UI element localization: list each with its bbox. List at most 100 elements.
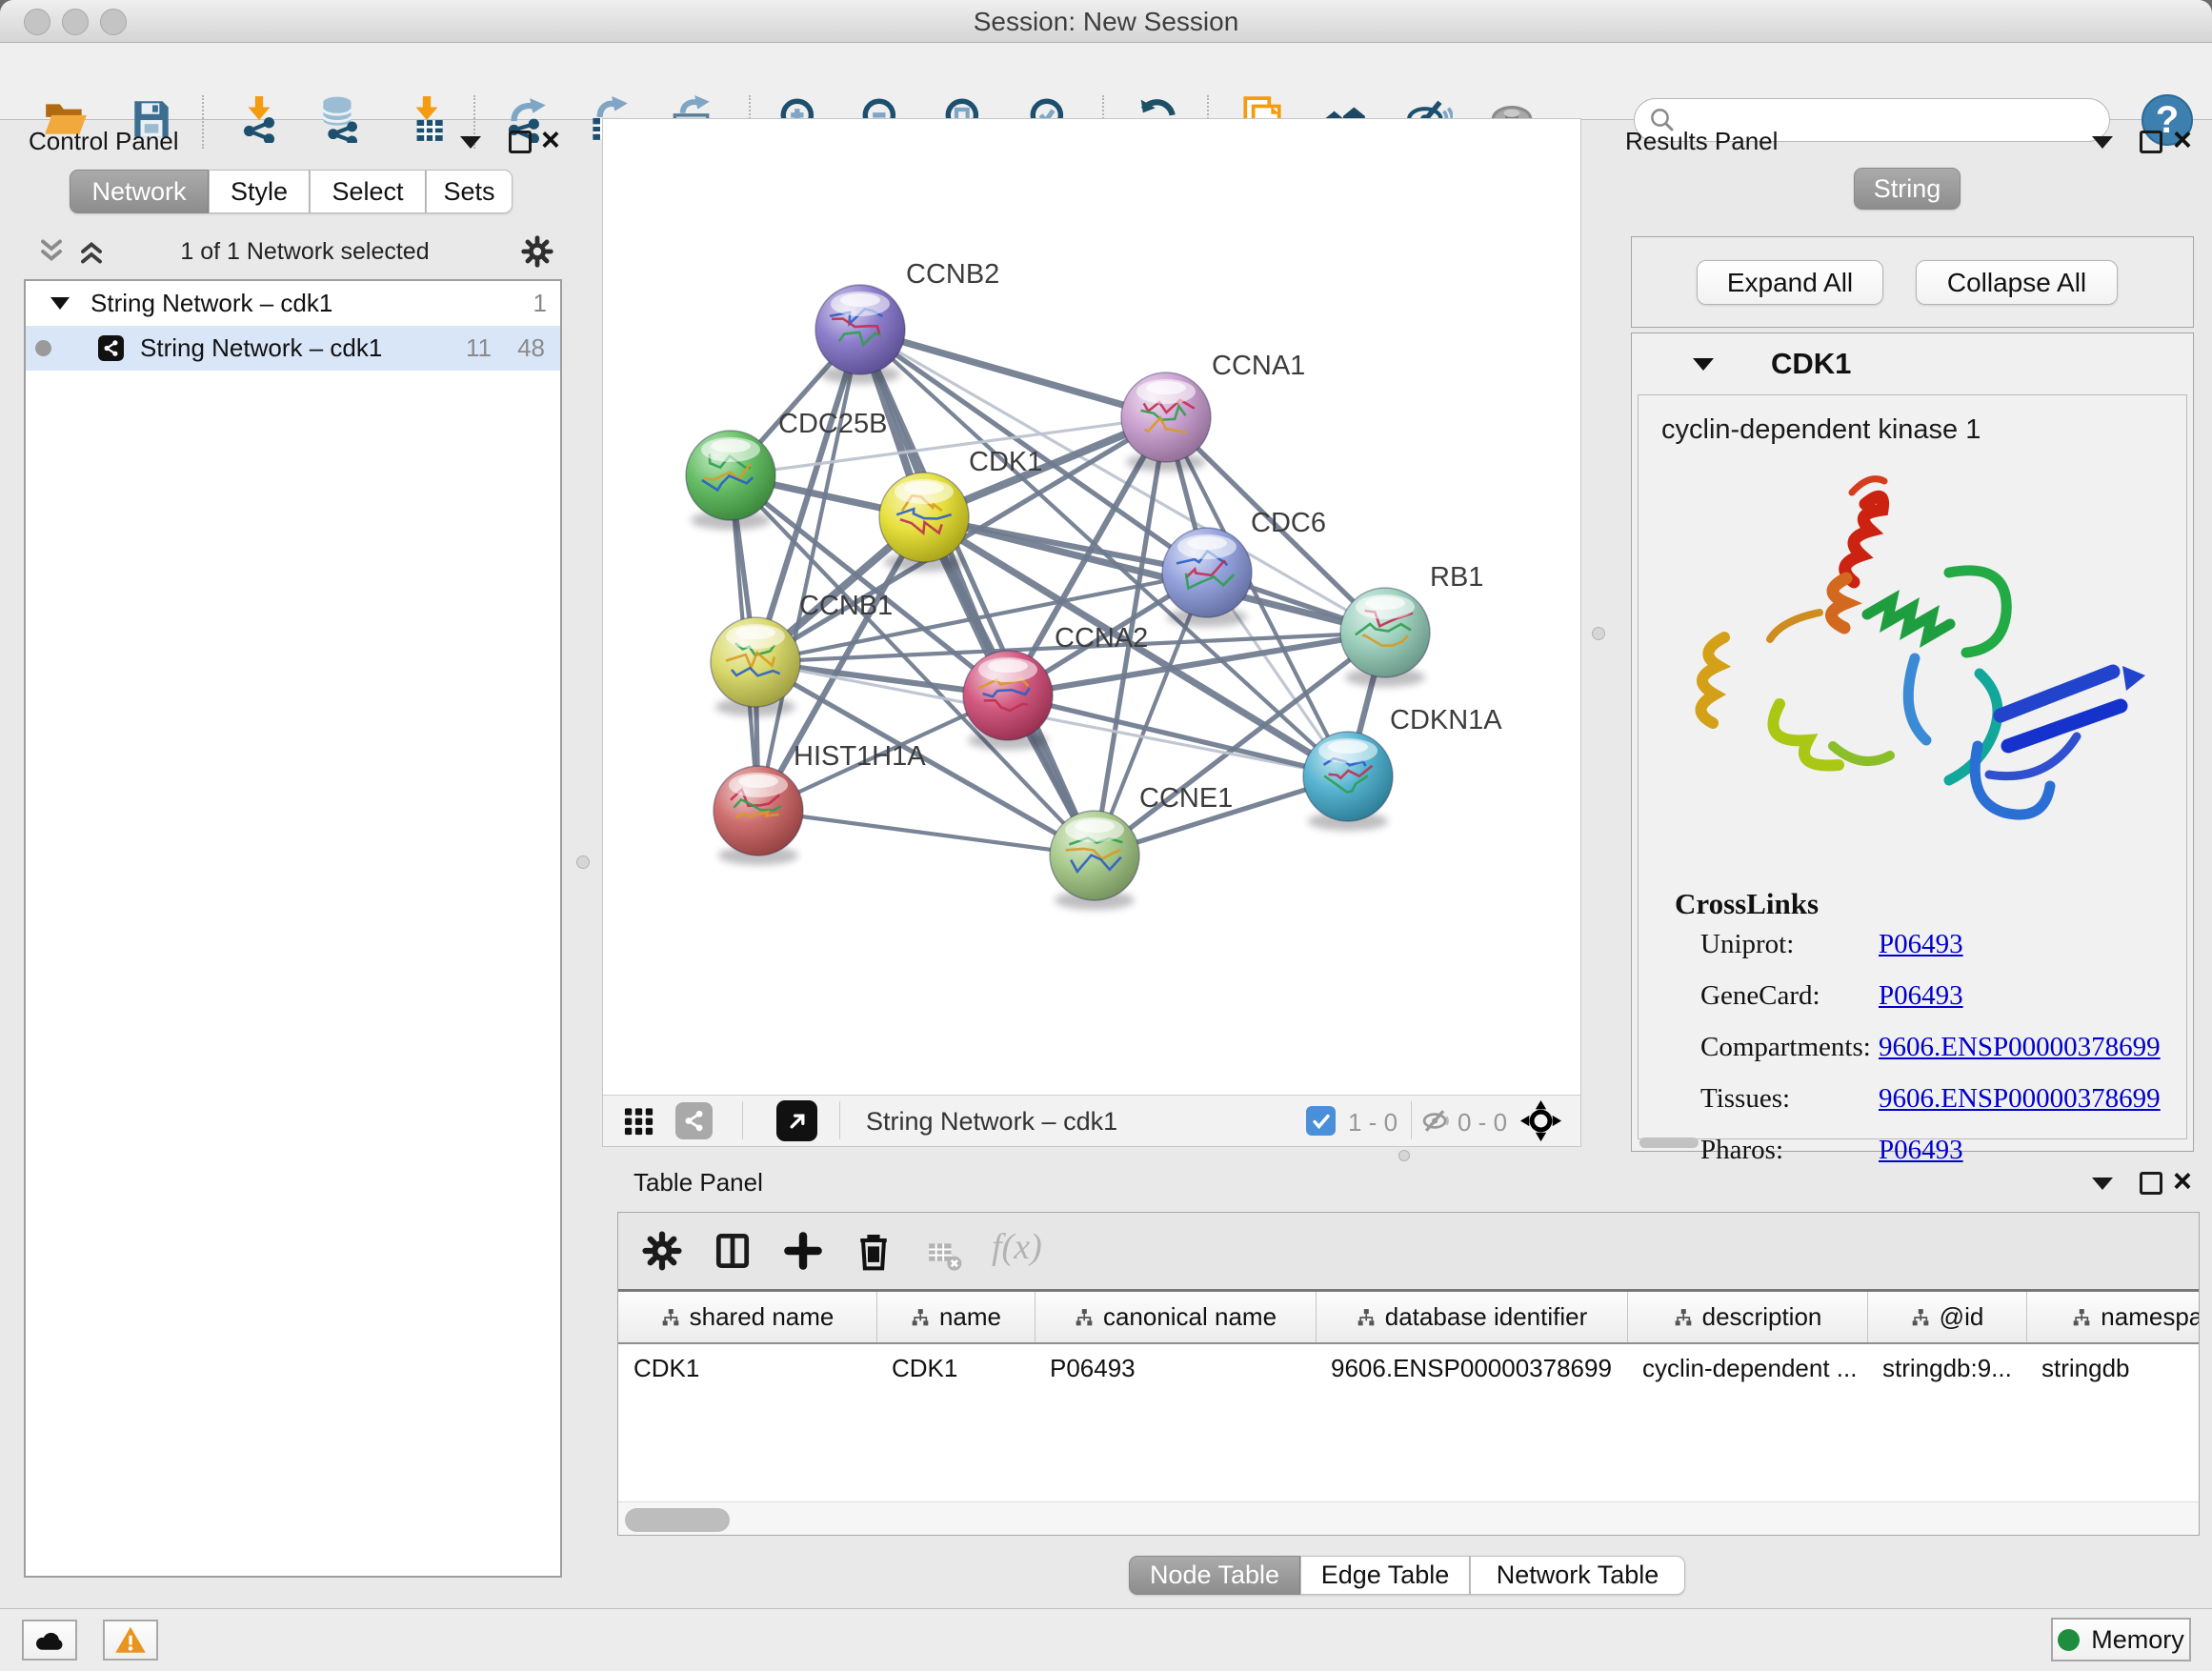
- node-label: HIST1H1A: [794, 741, 926, 772]
- crosslink-row: Tissues: 9606.ENSP00000378699: [1639, 1083, 2186, 1135]
- column-header[interactable]: @id: [1867, 1292, 2026, 1342]
- selected-count-badge: 1 - 0: [1348, 1108, 1398, 1137]
- results-hscrollbar-thumb[interactable]: [1639, 1137, 1699, 1148]
- column-header[interactable]: shared name: [618, 1292, 876, 1342]
- crosslink-value-link[interactable]: 9606.ENSP00000378699: [1879, 1032, 2161, 1063]
- splitter-grip[interactable]: [1398, 1150, 1410, 1161]
- tab-edge-table[interactable]: Edge Table: [1300, 1556, 1470, 1595]
- crosslink-value-link[interactable]: P06493: [1879, 929, 1963, 960]
- expand-all-networks-icon[interactable]: [74, 234, 109, 269]
- table-cell[interactable]: stringdb:9...: [1867, 1344, 2026, 1392]
- panel-float-icon[interactable]: [2140, 1172, 2162, 1195]
- table-header-row: shared name name canonical name database…: [618, 1292, 2199, 1344]
- crosslink-row: Compartments: 9606.ENSP00000378699: [1639, 1032, 2186, 1083]
- warning-icon: [113, 1623, 148, 1658]
- memory-label: Memory: [2091, 1625, 2184, 1655]
- table-cell[interactable]: CDK1: [618, 1344, 876, 1392]
- collapse-all-networks-icon[interactable]: [34, 234, 69, 269]
- crosslinks-title: CrossLinks: [1675, 887, 1819, 921]
- network-tree: String Network – cdk1 1 String Network –…: [24, 279, 562, 1578]
- import-network-from-database-icon[interactable]: [312, 92, 366, 146]
- column-header[interactable]: name: [876, 1292, 1035, 1342]
- table-cell[interactable]: 9606.ENSP00000378699: [1316, 1344, 1627, 1392]
- add-column-plus-icon[interactable]: [782, 1230, 824, 1272]
- network-row-selected[interactable]: String Network – cdk1 11 48: [26, 326, 560, 371]
- table-settings-gear-icon[interactable]: [641, 1230, 683, 1272]
- network-view[interactable]: CCNB2CCNA1CDC25BCDK1CDC6RB1CCNB1CCNA2CDK…: [602, 118, 1581, 1147]
- node-label: RB1: [1430, 562, 1483, 593]
- crosslink-label: Compartments:: [1700, 1032, 1871, 1063]
- column-header[interactable]: namespace: [2026, 1292, 2200, 1342]
- column-header[interactable]: database identifier: [1316, 1292, 1627, 1342]
- warnings-button[interactable]: [103, 1620, 158, 1661]
- table-row[interactable]: CDK1 CDK1 P06493 9606.ENSP00000378699 cy…: [618, 1344, 2199, 1392]
- panel-close-icon[interactable]: ×: [2173, 1171, 2192, 1192]
- tab-style[interactable]: Style: [209, 170, 310, 213]
- tab-network-table[interactable]: Network Table: [1470, 1556, 1685, 1595]
- tab-select[interactable]: Select: [310, 170, 426, 213]
- collapse-all-button[interactable]: Collapse All: [1916, 260, 2118, 305]
- crosslink-row: GeneCard: P06493: [1639, 980, 2186, 1032]
- detach-view-icon[interactable]: [776, 1100, 817, 1141]
- crosslink-value-link[interactable]: 9606.ENSP00000378699: [1879, 1083, 2161, 1115]
- import-table-from-file-icon[interactable]: [400, 92, 453, 146]
- node-label: CCNB1: [799, 591, 893, 621]
- network-collection-row[interactable]: String Network – cdk1 1: [26, 281, 560, 326]
- network-node[interactable]: RB1: [1340, 562, 1483, 687]
- panel-float-icon[interactable]: [2140, 131, 2162, 153]
- cloud-status-button[interactable]: [22, 1620, 77, 1661]
- network-node[interactable]: CCNA1: [1121, 351, 1305, 472]
- show-columns-icon[interactable]: [712, 1230, 754, 1272]
- panel-menu-icon[interactable]: [2092, 1178, 2113, 1190]
- network-birdseye-icon[interactable]: [675, 1102, 713, 1139]
- selected-checkbox-icon[interactable]: [1306, 1106, 1336, 1136]
- network-node[interactable]: CDKN1A: [1303, 705, 1502, 831]
- table-cell[interactable]: stringdb: [2026, 1344, 2200, 1392]
- toolbar-separator: [1411, 1101, 1412, 1139]
- memory-button[interactable]: Memory: [2051, 1618, 2191, 1661]
- tab-sets[interactable]: Sets: [426, 170, 513, 213]
- table-hscrollbar[interactable]: [618, 1501, 2199, 1536]
- node-label: CCNE1: [1139, 783, 1233, 814]
- tree-expander-icon[interactable]: [50, 297, 70, 310]
- expand-all-button[interactable]: Expand All: [1697, 260, 1883, 305]
- network-canvas[interactable]: CCNB2CCNA1CDC25BCDK1CDC6RB1CCNB1CCNA2CDK…: [603, 119, 1580, 1096]
- hidden-eye-slash-icon[interactable]: [1420, 1105, 1452, 1137]
- table-cell[interactable]: CDK1: [876, 1344, 1035, 1392]
- table-cell[interactable]: P06493: [1035, 1344, 1316, 1392]
- grid-view-icon[interactable]: [622, 1104, 655, 1137]
- main-toolbar: ?: [0, 43, 2212, 120]
- network-options-gear-icon[interactable]: [520, 234, 554, 269]
- attribute-type-icon: [1357, 1308, 1376, 1327]
- delete-table-icon: [925, 1236, 963, 1274]
- splitter-grip[interactable]: [576, 856, 590, 869]
- network-view-toolbar: String Network – cdk1 1 - 0 0 - 0: [603, 1095, 1580, 1146]
- entry-collapse-icon[interactable]: [1693, 358, 1714, 371]
- import-network-from-file-icon[interactable]: [232, 92, 286, 146]
- crosslinks-list: Uniprot: P06493 GeneCard: P06493 Compart…: [1639, 929, 2186, 1186]
- panel-float-icon[interactable]: [509, 131, 532, 153]
- network-node[interactable]: CCNE1: [1050, 783, 1233, 910]
- table-hscrollbar-thumb[interactable]: [625, 1508, 730, 1532]
- crosslink-value-link[interactable]: P06493: [1879, 980, 1963, 1012]
- splitter-grip[interactable]: [1592, 627, 1605, 640]
- panel-close-icon[interactable]: ×: [541, 130, 560, 151]
- panel-close-icon[interactable]: ×: [2173, 130, 2192, 151]
- tab-string[interactable]: String: [1854, 168, 1961, 210]
- results-entry-box: CDK1 cyclin-dependent kinase 1: [1631, 332, 2194, 1152]
- column-header[interactable]: canonical name: [1035, 1292, 1316, 1342]
- tab-network[interactable]: Network: [70, 170, 209, 213]
- crosslink-label: Tissues:: [1700, 1083, 1790, 1115]
- panel-menu-icon[interactable]: [460, 136, 481, 149]
- column-header[interactable]: description: [1627, 1292, 1867, 1342]
- table-cell[interactable]: cyclin-dependent ...: [1627, 1344, 1867, 1392]
- node-label: CDK1: [969, 447, 1042, 477]
- network-node[interactable]: HIST1H1A: [714, 741, 926, 865]
- tab-node-table[interactable]: Node Table: [1129, 1556, 1300, 1595]
- panel-menu-icon[interactable]: [2092, 136, 2113, 149]
- function-builder-icon: f(x): [992, 1226, 1042, 1268]
- crosslink-value-link[interactable]: P06493: [1879, 1135, 1963, 1166]
- protein-structure-image: [1665, 460, 2161, 860]
- center-view-crosshair-icon[interactable]: [1519, 1099, 1562, 1142]
- delete-column-trash-icon[interactable]: [853, 1230, 895, 1272]
